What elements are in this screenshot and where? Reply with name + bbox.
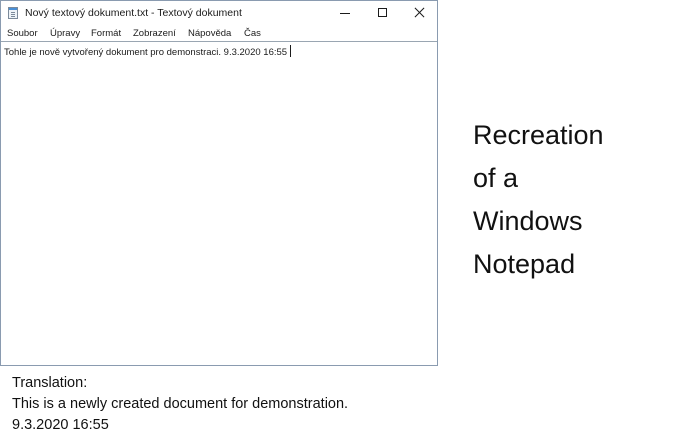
translation-line: 9.3.2020 16:55 <box>12 417 109 433</box>
notepad-window: Nový textový dokument.txt - Textový doku… <box>0 0 438 366</box>
editor-text-line[interactable]: Tohle je nově vytvořený dokument pro dem… <box>4 45 292 58</box>
close-button[interactable] <box>401 1 437 25</box>
minimize-button[interactable] <box>327 1 363 25</box>
caption-line: Windows <box>473 206 583 236</box>
title-bar[interactable]: Nový textový dokument.txt - Textový doku… <box>1 1 437 25</box>
minimize-icon <box>340 13 350 14</box>
notepad-icon <box>8 7 18 19</box>
window-title: Nový textový dokument.txt - Textový doku… <box>25 7 242 19</box>
menu-bar: Soubor Úpravy Formát Zobrazení Nápověda … <box>1 25 437 42</box>
side-caption: Recreation of a Windows Notepad <box>473 114 673 286</box>
text-editor-area[interactable]: Tohle je nově vytvořený dokument pro dem… <box>1 41 437 365</box>
text-caret <box>290 45 292 57</box>
editor-text: Tohle je nově vytvořený dokument pro dem… <box>4 47 288 58</box>
caption-line: Recreation <box>473 120 604 150</box>
caption-line: Notepad <box>473 249 576 279</box>
menu-soubor[interactable]: Soubor <box>7 28 38 39</box>
maximize-button[interactable] <box>364 1 400 25</box>
maximize-icon <box>378 8 387 17</box>
menu-upravy[interactable]: Úpravy <box>50 28 80 39</box>
close-icon <box>414 7 425 18</box>
translation-block: Translation: This is a newly created doc… <box>12 373 348 436</box>
translation-line: This is a newly created document for dem… <box>12 396 349 412</box>
menu-format[interactable]: Formát <box>91 28 121 39</box>
menu-zobrazeni[interactable]: Zobrazení <box>133 28 176 39</box>
menu-cas[interactable]: Čas <box>244 28 261 39</box>
translation-heading: Translation: <box>12 375 88 391</box>
menu-napoveda[interactable]: Nápověda <box>188 28 231 39</box>
caption-line: of a <box>473 163 519 193</box>
